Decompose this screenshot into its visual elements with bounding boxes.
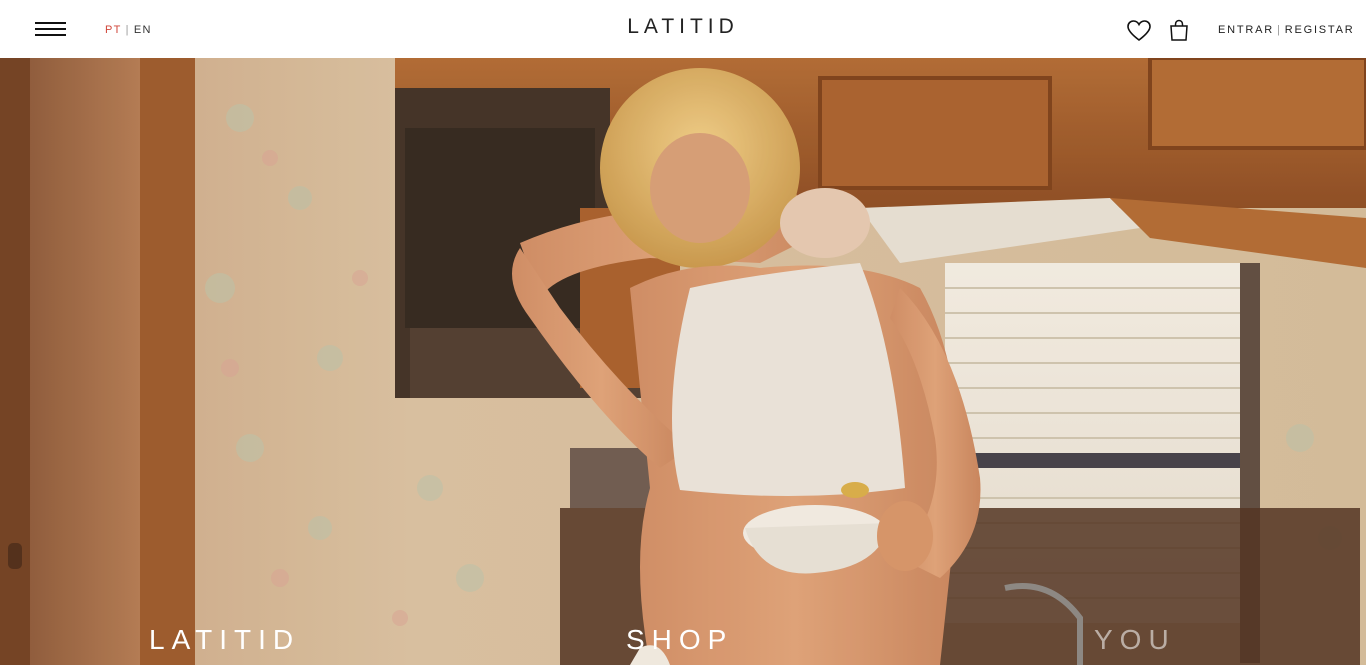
account-links: ENTRAR | REGISTAR xyxy=(1218,24,1355,36)
account-separator: | xyxy=(1277,24,1282,36)
menu-icon[interactable] xyxy=(35,21,66,37)
site-logo[interactable]: LATITID xyxy=(627,15,739,38)
menu-bar xyxy=(35,28,66,30)
hero-banner: LATITID SHOP YOU xyxy=(0,58,1366,665)
hero-photo xyxy=(0,58,1366,665)
menu-bar xyxy=(35,34,66,36)
lang-pt-link[interactable]: PT xyxy=(105,24,122,36)
bag-icon[interactable] xyxy=(1169,19,1189,41)
lang-separator: | xyxy=(125,24,130,36)
menu-bar xyxy=(35,22,66,24)
lang-en-link[interactable]: EN xyxy=(134,24,152,36)
hero-link-you[interactable]: YOU xyxy=(1094,624,1176,656)
language-switcher: PT | EN xyxy=(105,24,152,36)
heart-icon[interactable] xyxy=(1127,20,1151,42)
register-link[interactable]: REGISTAR xyxy=(1285,24,1355,36)
site-header: PT | EN LATITID ENTRAR | REGISTAR xyxy=(0,0,1366,58)
login-link[interactable]: ENTRAR xyxy=(1218,24,1274,36)
hero-link-shop[interactable]: SHOP xyxy=(626,624,733,656)
logo-container: LATITID xyxy=(0,15,1366,39)
hero-link-latitid[interactable]: LATITID xyxy=(149,624,300,656)
